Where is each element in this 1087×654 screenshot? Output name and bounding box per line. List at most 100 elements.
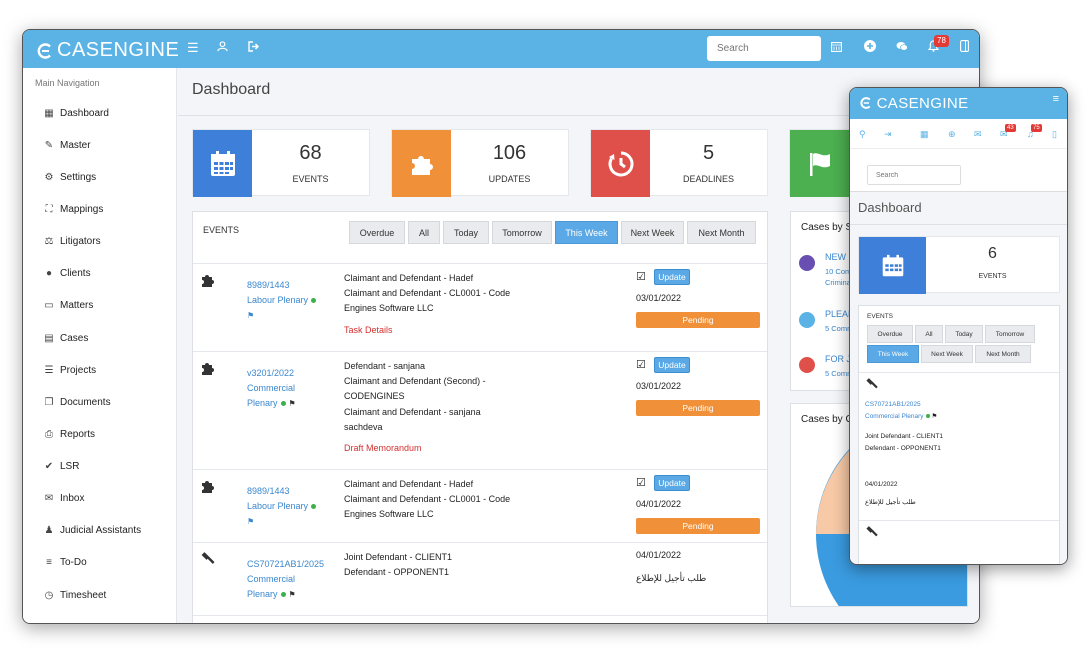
- hamburger-menu-icon[interactable]: ☰: [187, 40, 199, 56]
- court-link[interactable]: Labour Plenary: [247, 501, 308, 511]
- filter-tomorrow[interactable]: Tomorrow: [985, 325, 1035, 343]
- court-link[interactable]: Labour Plenary: [247, 295, 308, 305]
- sidebar-item-mappings[interactable]: ⛶ Mappings: [23, 197, 177, 221]
- court-link[interactable]: Commercial: [247, 572, 337, 587]
- sidebar-item-label: Litigators: [60, 235, 101, 247]
- filter-today[interactable]: Today: [945, 325, 983, 343]
- checkbox-icon[interactable]: ☑: [636, 476, 646, 489]
- filter-all[interactable]: All: [915, 325, 943, 343]
- filter-next-week[interactable]: Next Week: [921, 345, 973, 363]
- status-dot: [799, 312, 815, 328]
- filter-all[interactable]: All: [408, 221, 440, 244]
- event-date: 04/01/2022: [636, 499, 682, 509]
- party-line: Defendant - sanjana: [344, 361, 426, 371]
- mobile-app-logo[interactable]: CASENGINE: [860, 95, 969, 112]
- sidebar-item-matters[interactable]: ▭ Matters: [23, 293, 177, 317]
- case-number-link[interactable]: 8989/1443: [247, 484, 337, 499]
- file-icon: ▤: [44, 332, 54, 344]
- stat-label: DEADLINES: [682, 174, 735, 184]
- sidebar-item-to-do[interactable]: ≡ To-Do: [23, 550, 177, 574]
- chat-icon[interactable]: ✉: [974, 129, 982, 140]
- case-number-link[interactable]: CS70721AB1/2025: [247, 557, 337, 572]
- sidebar-item-label: Dashboard: [60, 107, 109, 119]
- case-number-link[interactable]: CS70721AB1/2025: [865, 399, 921, 411]
- filter-next-week[interactable]: Next Week: [621, 221, 684, 244]
- party-line: Defendant - OPPONENT1: [865, 445, 941, 452]
- divider: [859, 372, 1059, 373]
- party-line: Engines Software LLC: [344, 303, 434, 314]
- sidebar-item-timesheet[interactable]: ◷ Timesheet: [23, 583, 177, 607]
- task-link[interactable]: Task Details: [344, 325, 393, 335]
- sidebar-item-reports[interactable]: ⎙ Reports: [23, 422, 177, 446]
- sidebar-heading: Main Navigation: [35, 78, 100, 88]
- event-date: 03/01/2022: [636, 293, 682, 303]
- sidebar-item-documents[interactable]: ❐ Documents: [23, 390, 177, 414]
- logout-icon[interactable]: [248, 40, 260, 55]
- filter-next-month[interactable]: Next Month: [687, 221, 756, 244]
- chat-icon[interactable]: [896, 40, 908, 55]
- sidebar-item-cases[interactable]: ▤ Cases: [23, 326, 177, 350]
- stat-card-deadlines[interactable]: 5 DEADLINES: [590, 129, 768, 197]
- stat-card-events[interactable]: 68 EVENTS: [192, 129, 370, 197]
- filter-today[interactable]: Today: [443, 221, 489, 244]
- court-link[interactable]: Plenary: [247, 589, 278, 599]
- party-line: Claimant and Defendant - CL0001 - Code: [344, 288, 511, 299]
- logout-icon[interactable]: ⇥: [884, 129, 892, 140]
- app-logo[interactable]: CASENGINE: [37, 39, 179, 62]
- task-link[interactable]: Draft Memorandum: [344, 443, 422, 453]
- court-link[interactable]: Commercial: [247, 381, 337, 396]
- search-input[interactable]: [707, 36, 821, 61]
- add-icon[interactable]: ⊕: [948, 129, 956, 140]
- case-number-link[interactable]: 8989/1443: [247, 278, 337, 293]
- filter-overdue[interactable]: Overdue: [349, 221, 405, 244]
- court-link[interactable]: Plenary: [247, 398, 278, 408]
- checkbox-icon[interactable]: ☑: [636, 270, 646, 283]
- sidebar-item-projects[interactable]: ☰ Projects: [23, 358, 177, 382]
- sidebar-item-lsr[interactable]: ✔ LSR: [23, 454, 177, 478]
- status-dot: [280, 401, 286, 407]
- dashboard-icon: ▦: [44, 107, 54, 119]
- flag-icon: ⚑: [931, 413, 938, 420]
- user-icon[interactable]: [217, 40, 228, 55]
- case-number-link[interactable]: v3201/2022: [247, 366, 337, 381]
- filter-this-week[interactable]: This Week: [867, 345, 919, 363]
- filter-this-week[interactable]: This Week: [555, 221, 618, 244]
- party-line: Claimant and Defendant - Hadef: [344, 479, 474, 489]
- logo-mark-icon: [860, 97, 871, 109]
- todo-list-icon: ≡: [46, 556, 52, 568]
- filter-overdue[interactable]: Overdue: [867, 325, 913, 343]
- timer-icon: [591, 130, 650, 197]
- status-sub[interactable]: Crimina: [825, 277, 851, 288]
- sidebar-item-settings[interactable]: ⚙ Settings: [23, 165, 177, 189]
- filter-next-month[interactable]: Next Month: [975, 345, 1031, 363]
- stat-card-updates[interactable]: 106 UPDATES: [391, 129, 569, 197]
- sidebar-item-clients[interactable]: ● Clients: [23, 261, 177, 285]
- sidebar-toggle-icon[interactable]: [960, 40, 969, 55]
- stat-value: 68: [299, 142, 322, 164]
- desktop-window: CASENGINE ☰ 78 Main Navigation ▦ Dashboar…: [22, 29, 980, 624]
- user-icon[interactable]: ⚲: [859, 129, 866, 140]
- sidebar-item-inbox[interactable]: ✉ Inbox: [23, 486, 177, 510]
- calendar-icon[interactable]: [831, 40, 842, 55]
- add-icon[interactable]: [864, 40, 876, 55]
- mobile-search-input[interactable]: [867, 165, 961, 185]
- update-button[interactable]: Update: [654, 269, 690, 285]
- checkbox-icon[interactable]: ☑: [636, 358, 646, 371]
- top-bar: CASENGINE ☰ 78: [23, 30, 979, 68]
- hamburger-menu-icon[interactable]: ≡: [1053, 93, 1059, 105]
- court-link[interactable]: Commercial Plenary: [865, 413, 924, 420]
- divider: [193, 615, 767, 616]
- sidebar-toggle-icon[interactable]: ▯: [1052, 129, 1057, 140]
- stat-card-events[interactable]: 6 EVENTS: [858, 236, 1060, 294]
- update-button[interactable]: Update: [654, 357, 690, 373]
- puzzle-icon: [200, 479, 216, 497]
- filter-tomorrow[interactable]: Tomorrow: [492, 221, 552, 244]
- calendar-icon[interactable]: ▦: [920, 129, 929, 140]
- sidebar-item-dashboard[interactable]: ▦ Dashboard: [23, 101, 177, 125]
- clock-icon: ◷: [44, 589, 54, 601]
- sidebar-item-litigators[interactable]: ⚖ Litigators: [23, 229, 177, 253]
- sidebar-item-master[interactable]: ✎ Master: [23, 133, 177, 157]
- sidebar-item-judicial-assistants[interactable]: ♟ Judicial Assistants: [23, 518, 177, 542]
- update-button[interactable]: Update: [654, 475, 690, 491]
- sidebar-item-label: Timesheet: [60, 589, 107, 601]
